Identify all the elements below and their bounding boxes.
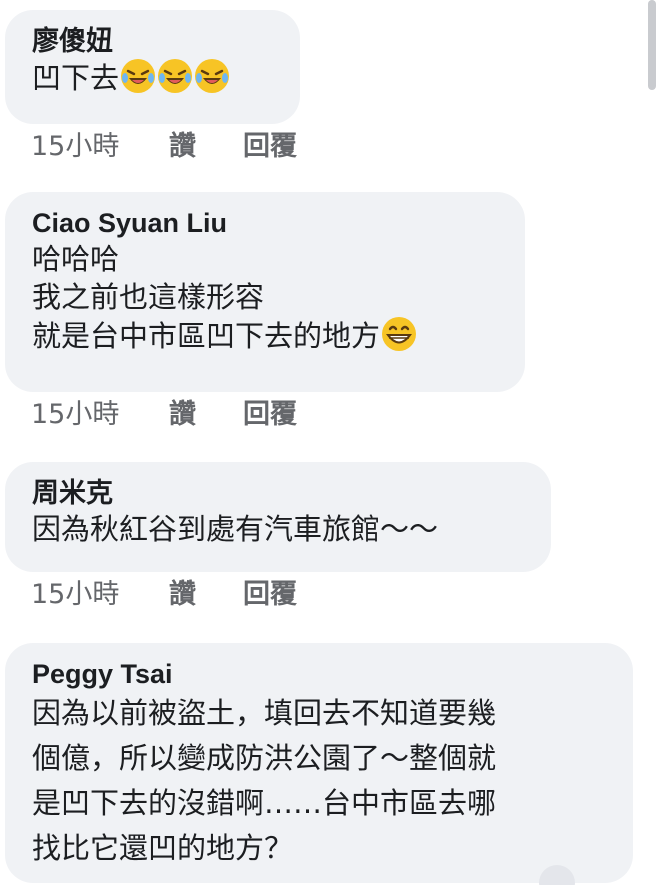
- like-button[interactable]: 讚: [169, 578, 243, 612]
- comment-bubble: 廖傻妞 凹下去: [5, 10, 300, 124]
- like-button[interactable]: 讚: [169, 398, 243, 432]
- comment-line: 就是台中市區凹下去的地方: [32, 319, 381, 353]
- reply-button[interactable]: 回覆: [243, 130, 297, 164]
- comment-line: 因為秋紅谷到處有汽車旅館～～: [32, 512, 439, 546]
- comment-timestamp[interactable]: 15小時: [31, 578, 169, 612]
- comment-actions: 15小時 讚 回覆: [5, 578, 551, 612]
- comment-item: Ciao Syuan Liu 哈哈哈 我之前也這樣形容 就是台中市區凹下去的地方…: [5, 192, 525, 432]
- comment-text: 凹下去: [32, 58, 274, 97]
- laughing-tears-emoji-icon: [121, 59, 156, 93]
- comment-bubble: Ciao Syuan Liu 哈哈哈 我之前也這樣形容 就是台中市區凹下去的地方: [5, 192, 525, 392]
- comment-author[interactable]: Peggy Tsai: [32, 657, 607, 691]
- grinning-emoji-icon: [382, 317, 417, 351]
- comment-line: 找比它還凹的地方？: [32, 831, 294, 865]
- comment-item: 周米克 因為秋紅谷到處有汽車旅館～～ 15小時 讚 回覆: [5, 462, 551, 612]
- laughing-tears-emoji-icon: [158, 59, 193, 93]
- comment-actions: 15小時 讚 回覆: [5, 398, 525, 432]
- reply-button[interactable]: 回覆: [243, 398, 297, 432]
- comment-thread: 廖傻妞 凹下去 15小時 讚 回覆 Ciao Syuan Liu 哈哈哈 我之前…: [0, 0, 660, 885]
- comment-bubble: 周米克 因為秋紅谷到處有汽車旅館～～: [5, 462, 551, 572]
- comment-actions: 15小時 讚 回覆: [5, 130, 300, 164]
- comment-line: 哈哈哈: [32, 242, 120, 276]
- comment-line: 個億，所以變成防洪公園了～整個就: [32, 741, 497, 775]
- comment-timestamp[interactable]: 15小時: [31, 130, 169, 164]
- comment-line: 是凹下去的沒錯啊……台中市區去哪: [32, 786, 497, 820]
- comment-item: Peggy Tsai 因為以前被盜土，填回去不知道要幾 個億，所以變成防洪公園了…: [5, 643, 633, 885]
- comment-author[interactable]: 廖傻妞: [32, 24, 274, 58]
- comment-line: 凹下去: [32, 61, 120, 95]
- comment-line: 我之前也這樣形容: [32, 280, 265, 314]
- like-button[interactable]: 讚: [169, 130, 243, 164]
- comment-text: 哈哈哈 我之前也這樣形容 就是台中市區凹下去的地方: [32, 240, 499, 355]
- scrollbar[interactable]: [648, 0, 656, 90]
- comment-bubble: Peggy Tsai 因為以前被盜土，填回去不知道要幾 個億，所以變成防洪公園了…: [5, 643, 633, 883]
- laughing-tears-emoji-icon: [195, 59, 230, 93]
- comment-author[interactable]: Ciao Syuan Liu: [32, 206, 499, 240]
- comment-timestamp[interactable]: 15小時: [31, 398, 169, 432]
- comment-text: 因為秋紅谷到處有汽車旅館～～: [32, 510, 525, 548]
- reply-button[interactable]: 回覆: [243, 578, 297, 612]
- comment-line: 因為以前被盜土，填回去不知道要幾: [32, 696, 497, 730]
- comment-item: 廖傻妞 凹下去 15小時 讚 回覆: [5, 10, 300, 164]
- comment-text: 因為以前被盜土，填回去不知道要幾 個億，所以變成防洪公園了～整個就 是凹下去的沒…: [32, 691, 607, 871]
- comment-author[interactable]: 周米克: [32, 476, 525, 510]
